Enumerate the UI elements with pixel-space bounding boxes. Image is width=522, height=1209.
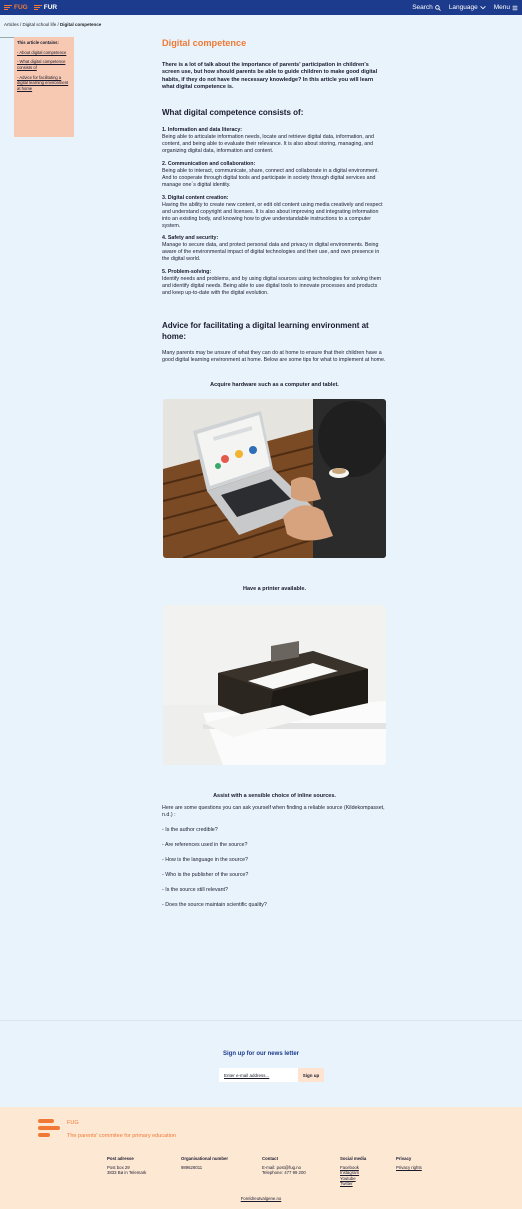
- footer-post-line: 3833 Bø in Telemark: [107, 1170, 147, 1176]
- footer-col-post: Post adresse Post box 29 3833 Bø in Tele…: [107, 1156, 146, 1176]
- footer-col-orgnr: Organisational number 989628011: [181, 1156, 228, 1170]
- footer-post-heading: Post adresse: [107, 1156, 134, 1161]
- competence-item-heading: 5. Problem-solving:: [162, 269, 212, 276]
- breadcrumb-articles[interactable]: Articles /: [4, 22, 23, 27]
- fug-logo-icon: [4, 4, 12, 11]
- competence-item-heading: 2. Communication and collaboration:: [162, 160, 256, 167]
- newsletter-form: Enter e-mail address... Sign up: [219, 1068, 324, 1082]
- source-question: - Is the source still relevant?: [162, 887, 228, 894]
- footer-col-privacy: Privacy Privacy rights: [396, 1156, 422, 1170]
- footer-col-social: Social media Facebook Instagram Youtube …: [340, 1156, 366, 1187]
- site-footer: FUG The parents' commitee for primary ed…: [0, 1107, 522, 1209]
- printer-photo: [163, 604, 386, 765]
- breadcrumb-current: Digital competence: [60, 22, 102, 27]
- section-divider: [0, 1020, 522, 1021]
- fug-logo-text: FUG: [14, 4, 28, 11]
- newsletter-title: Sign up for our news letter: [222, 1051, 299, 1057]
- fug-logo[interactable]: FUG: [4, 4, 28, 11]
- competence-item-heading: 3. Digital content creation:: [162, 194, 229, 201]
- toc-link-consists-of[interactable]: - What digital competence consists of: [17, 59, 71, 70]
- article-toc: This article contains: - About digital c…: [14, 37, 74, 137]
- footer-privacy-heading: Privacy: [396, 1156, 412, 1161]
- search-label: Search: [412, 4, 433, 11]
- footer-contact-phone[interactable]: Telephone: 477 99 200: [262, 1170, 306, 1176]
- footer-col-contact: Contact E-mail: post@fug.no Telephone: 4…: [262, 1156, 306, 1176]
- chevron-down-icon: [480, 6, 486, 10]
- article-intro: There is a lot of talk about the importa…: [162, 62, 378, 90]
- search-icon: [434, 4, 441, 11]
- competence-item: 1. Information and data literacy: Being …: [162, 127, 387, 155]
- newsletter-signup-button[interactable]: Sign up: [298, 1068, 324, 1082]
- competence-item-text: Being able to articulate information nee…: [162, 133, 375, 154]
- toc-connector-line: [0, 37, 14, 38]
- menu-button[interactable]: Menu: [494, 4, 518, 11]
- footer-orgnr-value: 989628011: [181, 1164, 203, 1170]
- fur-logo-text: FUR: [43, 4, 58, 11]
- toc-link-advice[interactable]: - Advice for facilitating a digital lear…: [17, 75, 71, 92]
- competence-item-text: Having the ability to create new content…: [162, 201, 383, 229]
- footer-contact-heading: Contact: [262, 1156, 278, 1161]
- tip-heading-sources: Assist with a sensible choice of inline …: [213, 792, 336, 799]
- footer-social-twitter[interactable]: Twitter: [340, 1181, 366, 1187]
- competence-item-text: Being able to interact, communicate, sha…: [162, 167, 380, 188]
- source-question: - Is the author credible?: [162, 827, 218, 834]
- footer-social-heading: Social media: [340, 1156, 367, 1161]
- tip-heading-hardware: Acquire hardware such as a computer and …: [210, 382, 339, 389]
- footer-privacy-link[interactable]: Privacy rights: [396, 1165, 422, 1171]
- toc-title: This article contains:: [17, 40, 59, 45]
- menu-label: Menu: [493, 4, 510, 11]
- source-question: - Who is the publisher of the source?: [162, 872, 249, 879]
- footer-orgnr-heading: Organisational number: [181, 1156, 229, 1161]
- sources-intro: Here are some questions you can ask your…: [162, 805, 385, 819]
- article-content: Digital competence There is a lot of tal…: [162, 37, 387, 909]
- competence-item: 3. Digital content creation: Having the …: [162, 195, 387, 230]
- competence-item-text: Identify needs and problems, and by usin…: [162, 276, 382, 297]
- laptop-photo: [163, 398, 386, 558]
- language-label: Language: [448, 4, 478, 11]
- top-navigation-bar: FUG FUR Search Language Menu: [0, 0, 522, 15]
- source-question: - How is the language in the source?: [162, 857, 248, 864]
- toc-link-about[interactable]: - About digital competence: [17, 50, 71, 56]
- search-button[interactable]: Search: [412, 4, 441, 11]
- competence-item-text: Manage to secure data, and protect perso…: [162, 242, 380, 263]
- fug-footer-logo-icon: [38, 1119, 60, 1140]
- competence-item-heading: 1. Information and data literacy:: [162, 126, 243, 133]
- hamburger-icon: [512, 5, 518, 10]
- page-title: Digital competence: [162, 38, 247, 48]
- section-heading-advice: Advice for facilitating a digital learni…: [162, 321, 369, 341]
- advice-intro: Many parents may be unsure of what they …: [162, 350, 386, 364]
- footer-org-subtitle: The parents' commitee for primary educat…: [67, 1133, 176, 1139]
- competence-item-heading: 4. Safety and security:: [162, 235, 219, 242]
- footer-bottom-link[interactable]: Foreldreutvalgene.no: [0, 1196, 522, 1201]
- source-question: - Are references used in the source?: [162, 842, 248, 849]
- breadcrumb: Articles / Digital school life / Digital…: [4, 22, 101, 27]
- competence-item: 4. Safety and security: Manage to secure…: [162, 235, 387, 263]
- source-question: - Does the source maintain scientific qu…: [162, 902, 267, 909]
- competence-item: 5. Problem-solving: Identify needs and p…: [162, 269, 387, 297]
- language-dropdown[interactable]: Language: [449, 4, 486, 11]
- competence-item: 2. Communication and collaboration: Bein…: [162, 161, 387, 189]
- footer-org: FUG The parents' commitee for primary ed…: [67, 1120, 176, 1139]
- breadcrumb-digital-school-life[interactable]: Digital school life /: [23, 22, 61, 27]
- fur-logo-icon: [33, 4, 42, 11]
- newsletter-email-input[interactable]: Enter e-mail address...: [219, 1068, 298, 1082]
- fur-logo[interactable]: FUR: [33, 4, 58, 11]
- footer-org-name: FUG: [67, 1120, 79, 1126]
- section-heading-consists-of: What digital competence consists of:: [162, 108, 304, 118]
- tip-heading-printer: Have a printer available.: [243, 585, 306, 592]
